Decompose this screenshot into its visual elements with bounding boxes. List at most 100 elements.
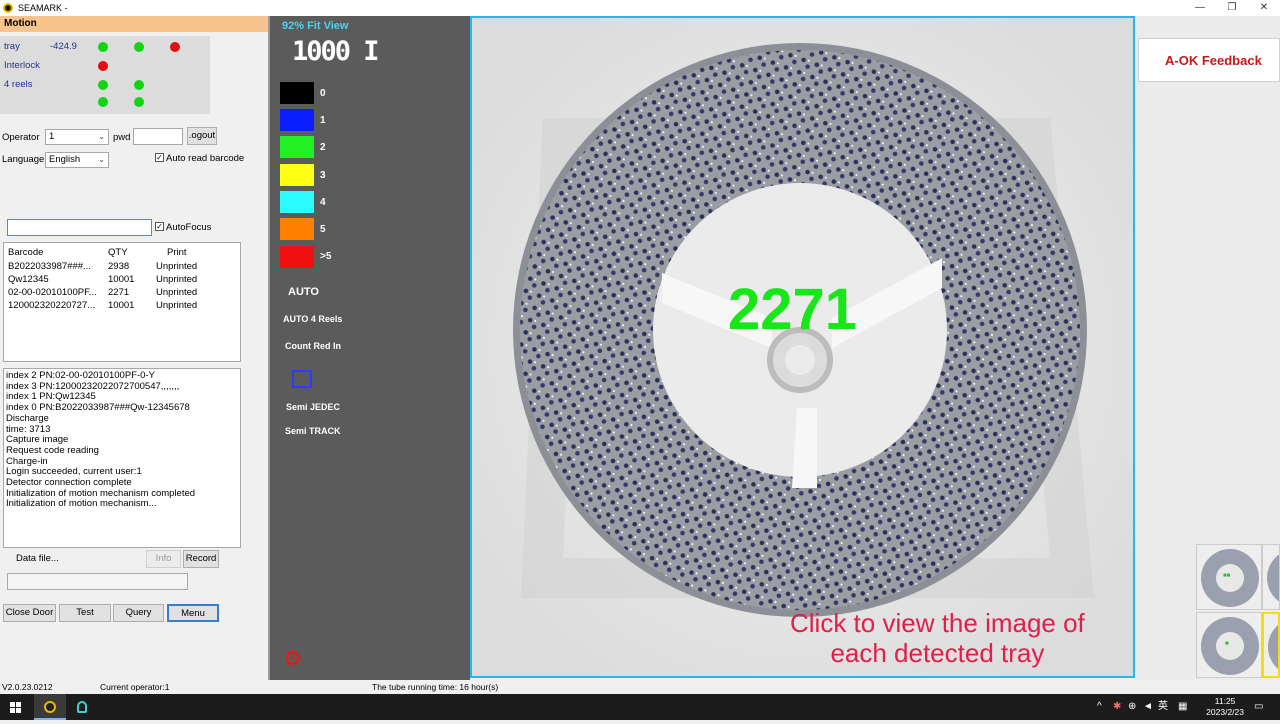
list-item-qty: 10001 <box>108 274 135 285</box>
reels-indicator-3 <box>98 97 108 107</box>
data-file-label[interactable]: Data file... <box>16 553 59 564</box>
svg-text:■: ■ <box>1225 641 1229 647</box>
legend-swatch-6 <box>280 246 314 268</box>
tube-time-text: The tube running time: 16 hour(s) <box>372 682 499 692</box>
close-window-button[interactable]: ✕ <box>1248 0 1280 16</box>
tray-thumbnail-4[interactable] <box>1262 612 1280 678</box>
auto-read-barcode-label: Auto read barcode <box>166 153 245 164</box>
legend-swatch-5 <box>280 218 314 240</box>
caption-line-2: each detected tray <box>830 638 1045 668</box>
right-panel: A-OK Feedback ■■ ■ <box>1135 16 1280 680</box>
chevron-up-icon[interactable]: ^ <box>1097 694 1102 720</box>
keyboard-grid-icon[interactable]: ▦ <box>1178 694 1187 720</box>
auto-4-reels-button[interactable]: AUTO 4 Reels <box>283 314 342 324</box>
list-item[interactable]: B2022033987###... <box>8 261 91 272</box>
menu-button[interactable]: Menu <box>167 604 219 622</box>
test-button[interactable]: Test <box>59 604 111 622</box>
fit-view-label[interactable]: 92% Fit View <box>282 20 348 32</box>
clock-time: 11:25 <box>1214 696 1236 706</box>
legend-label-0: 0 <box>320 88 326 99</box>
detected-count: 2271 <box>728 277 858 342</box>
viewer-toolbar: 92% Fit View 1000 I 0 1 2 3 4 5 >5 AUTO … <box>268 16 470 680</box>
tray-indicator-1 <box>98 42 108 52</box>
globe-icon[interactable]: ⊕ <box>1128 694 1136 720</box>
tray-position-value: -424.9 <box>50 41 77 52</box>
motion-label-reels: 4 reels <box>4 79 33 90</box>
info-button[interactable]: Info <box>146 550 181 568</box>
auto-mode-button[interactable]: AUTO <box>288 286 319 298</box>
reels-indicator-4 <box>134 97 144 107</box>
data-file-path-field[interactable] <box>7 573 188 590</box>
control-panel: Motion tray -424.9 Interlock 4 reels Ope… <box>0 16 268 680</box>
language-select[interactable]: English ⌄ <box>45 152 109 168</box>
rectangle-select-icon[interactable] <box>292 370 312 388</box>
current-operator-text: Current operator:1 <box>100 682 170 692</box>
list-item-print: Unprinted <box>156 300 198 311</box>
window-controls: — ❐ ✕ <box>1184 0 1280 16</box>
barcode-input[interactable] <box>7 219 152 236</box>
app-taskbar-icon[interactable] <box>66 694 98 720</box>
tray-thumbnail-1[interactable]: ■■ <box>1196 544 1262 610</box>
query-button[interactable]: Query <box>113 604 164 622</box>
notification-icon[interactable]: ✱ <box>1113 694 1121 720</box>
semi-track-button[interactable]: Semi TRACK <box>285 426 341 436</box>
operator-select[interactable]: 1 ⌄ <box>45 129 109 145</box>
password-field[interactable] <box>133 128 183 145</box>
motion-header: Motion <box>0 16 268 32</box>
legend-label-3: 3 <box>320 170 326 181</box>
list-item[interactable]: Qw12345 <box>8 274 49 285</box>
column-header-qty[interactable]: QTY <box>108 247 128 258</box>
list-item-qty: 2271 <box>108 287 130 298</box>
semi-jedec-button[interactable]: Semi JEDEC <box>286 402 340 412</box>
notifications-icon[interactable]: ▭ <box>1254 694 1263 720</box>
tray-thumbnail-2[interactable] <box>1262 544 1280 610</box>
xray-image-viewer[interactable]: 2271 Click to view the image of each det… <box>470 16 1135 678</box>
autofocus-label: AutoFocus <box>166 222 212 233</box>
list-item-print: Unprinted <box>156 287 198 298</box>
legend-label-6: >5 <box>320 251 332 262</box>
gear-icon[interactable]: ⚙ <box>283 648 303 670</box>
tray-thumbnail-3[interactable]: ■ <box>1196 612 1262 678</box>
motion-label-interlock: Interlock <box>4 60 40 71</box>
clock-date: 2023/2/23 <box>1206 707 1244 717</box>
legend-swatch-0 <box>280 82 314 104</box>
app-logo-icon <box>3 3 13 13</box>
reels-indicator-2 <box>134 80 144 90</box>
log-panel[interactable]: index 2 PN:02-00-02010100PF-0-Y index 3 … <box>3 368 241 548</box>
list-item[interactable]: 120002320220727... <box>8 300 95 311</box>
legend-label-4: 4 <box>320 197 326 208</box>
tray-indicator-2 <box>134 42 144 52</box>
column-header-barcode[interactable]: Barcode <box>8 247 43 258</box>
feedback-banner[interactable]: A-OK Feedback <box>1138 38 1280 82</box>
motion-label-tray: tray <box>4 41 20 52</box>
status-bar: V2.0.23.0212 Current operator:1 The tube… <box>0 680 1280 694</box>
minimize-button[interactable]: — <box>1184 0 1216 16</box>
speaker-icon[interactable]: ◄ <box>1143 694 1153 720</box>
restore-button[interactable]: ❐ <box>1216 0 1248 16</box>
tray-indicator-3 <box>170 42 180 52</box>
reel-xray-image <box>472 18 1133 676</box>
legend-swatch-3 <box>280 164 314 186</box>
logout-button[interactable]: .ogout <box>187 127 217 145</box>
list-item-qty: 2938 <box>108 261 130 272</box>
count-red-in-button[interactable]: Count Red In <box>285 341 341 351</box>
list-item-print: Unprinted <box>156 261 198 272</box>
auto-read-barcode-checkbox[interactable]: ✓ <box>155 153 164 162</box>
record-button[interactable]: Record <box>183 550 219 568</box>
list-item[interactable]: 02-00-02010100PF... <box>8 287 97 298</box>
interlock-indicator <box>98 61 108 71</box>
log-line: Discharge <box>6 412 49 424</box>
barcode-list[interactable]: Barcode QTY Print B2022033987###... 2938… <box>3 242 241 362</box>
system-clock[interactable]: 11:25 2023/2/23 <box>1206 696 1244 718</box>
list-item-qty: 10001 <box>108 300 135 311</box>
seamark-taskbar-icon[interactable] <box>34 694 66 720</box>
motion-status-box: tray -424.9 Interlock 4 reels <box>0 36 210 114</box>
operator-value: 1 <box>49 131 55 142</box>
ime-indicator[interactable]: 英 <box>1158 694 1168 720</box>
close-door-button[interactable]: Close Door <box>3 604 56 622</box>
window-title: SEAMARK - <box>18 3 68 13</box>
language-label: Language <box>2 154 45 165</box>
autofocus-checkbox[interactable]: ✓ <box>155 222 164 231</box>
windows-start-icon[interactable] <box>10 702 22 714</box>
column-header-print[interactable]: Print <box>167 247 187 258</box>
